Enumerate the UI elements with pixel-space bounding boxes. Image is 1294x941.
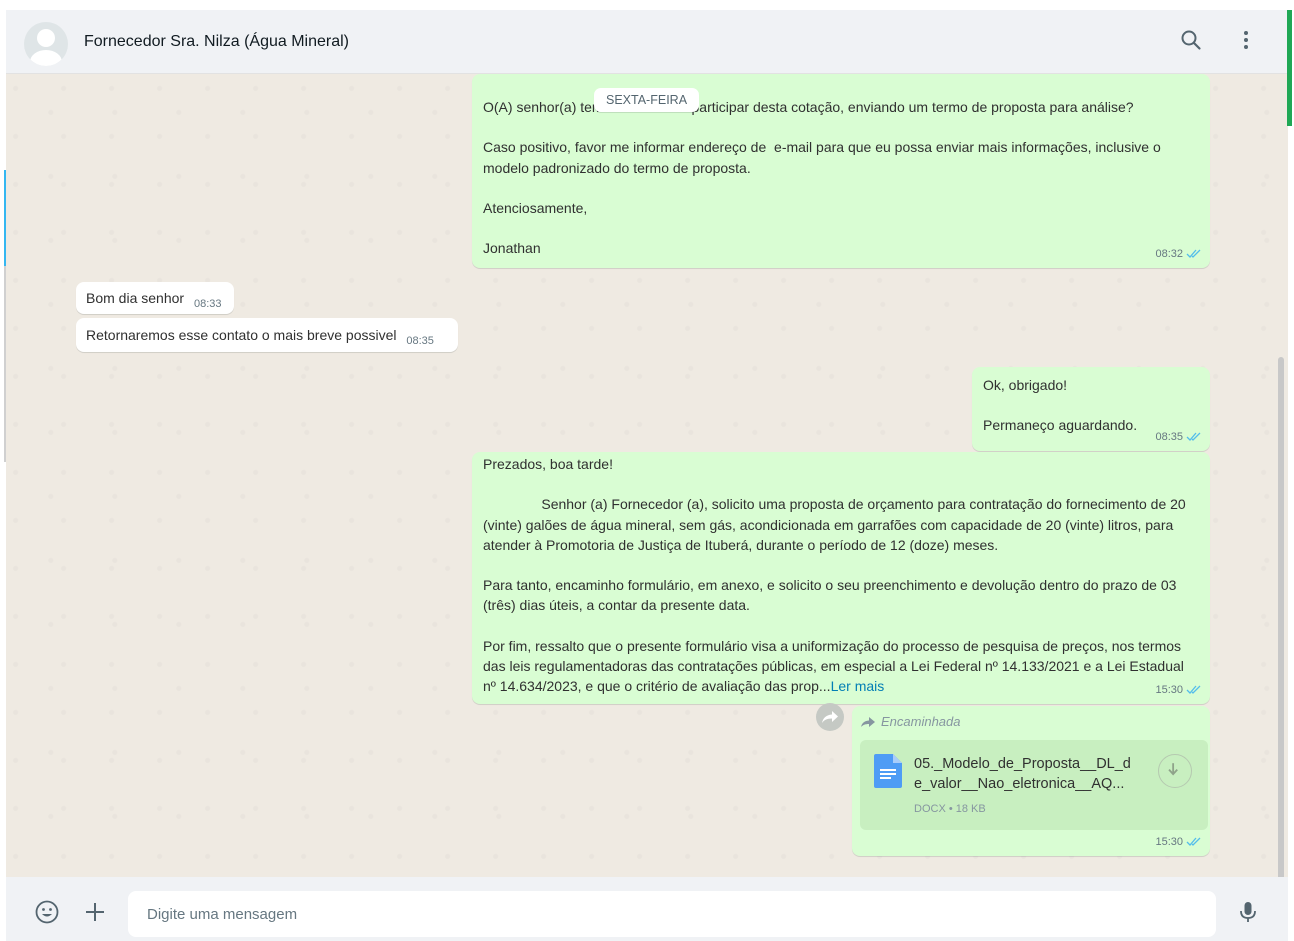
read-more-link[interactable]: Ler mais bbox=[831, 678, 885, 694]
forward-share-button[interactable] bbox=[816, 703, 844, 731]
double-check-icon bbox=[1186, 432, 1201, 442]
download-icon bbox=[1168, 763, 1178, 776]
message-text: Por fim, ressalto que o presente formulá… bbox=[483, 636, 1198, 697]
double-check-icon bbox=[1186, 837, 1201, 847]
menu-icon[interactable] bbox=[1234, 28, 1258, 52]
message-text: Atenciosamente, bbox=[483, 199, 588, 216]
message-bubble-incoming[interactable]: Retornaremos esse contato o mais breve p… bbox=[76, 318, 458, 352]
message-time: 08:32 bbox=[1155, 247, 1183, 260]
message-text: Bom dia senhor bbox=[86, 290, 185, 306]
message-bubble-incoming[interactable]: Bom dia senhor 08:33 bbox=[76, 282, 234, 314]
document-name-line: 05._Modelo_de_Proposta__DL_d bbox=[914, 756, 1131, 772]
message-text: Para tanto, encaminho formulário, em ane… bbox=[483, 577, 1181, 614]
message-text: Senhor (a) Fornecedor (a), solicito uma … bbox=[483, 496, 1190, 553]
contact-name[interactable]: Fornecedor Sra. Nilza (Água Mineral) bbox=[84, 33, 349, 51]
forwarded-text: Encaminhada bbox=[881, 714, 961, 729]
message-text: Retornaremos esse contato o mais breve p… bbox=[86, 327, 397, 343]
document-info: DOCX • 18 KB bbox=[914, 803, 986, 815]
message-time: 08:35 bbox=[406, 335, 434, 347]
contact-avatar[interactable] bbox=[24, 22, 68, 66]
message-meta: 08:32 bbox=[1155, 244, 1202, 264]
window-right-accent bbox=[1287, 10, 1292, 126]
message-text: O(A) senhor(a) tem interesse em particip… bbox=[483, 99, 1134, 115]
message-text: Caso positivo, favor me informar endereç… bbox=[483, 139, 1165, 176]
message-meta: 08:35 bbox=[1155, 427, 1202, 447]
double-check-icon bbox=[1186, 249, 1201, 259]
message-time: 15:30 bbox=[1155, 835, 1183, 848]
double-check-icon bbox=[1186, 685, 1201, 695]
emoji-icon[interactable] bbox=[34, 899, 60, 925]
forwarded-label: Encaminhada bbox=[860, 712, 1202, 732]
chat-header: Fornecedor Sra. Nilza (Água Mineral) bbox=[6, 10, 1288, 74]
message-text: Ok, obrigado! bbox=[983, 377, 1068, 393]
forward-arrow-icon bbox=[861, 717, 875, 728]
download-button[interactable] bbox=[1158, 754, 1192, 788]
avatar-head-shape bbox=[37, 29, 55, 47]
document-name: 05._Modelo_de_Proposta__DL_d e_valor__Na… bbox=[914, 754, 1146, 794]
message-bubble-outgoing[interactable]: Encaminhada 05._Modelo_de_Proposta__DL_d… bbox=[852, 706, 1210, 856]
message-time: 08:35 bbox=[1155, 430, 1183, 443]
microphone-icon[interactable] bbox=[1235, 899, 1261, 925]
message-bubble-outgoing[interactable]: O(A) senhor(a) tem interesse em particip… bbox=[472, 74, 1210, 268]
message-input[interactable] bbox=[128, 891, 1216, 937]
message-meta: 15:30 bbox=[1155, 832, 1202, 852]
date-separator: SEXTA-FEIRA bbox=[594, 88, 700, 112]
document-file-icon bbox=[874, 754, 902, 788]
share-arrow-icon bbox=[822, 711, 838, 723]
document-name-line: e_valor__Nao_eletronica__AQ... bbox=[914, 776, 1125, 792]
message-bubble-outgoing[interactable]: Prezados, boa tarde! Senhor (a) Forneced… bbox=[472, 452, 1210, 704]
message-time: 15:30 bbox=[1155, 683, 1183, 696]
message-text: Prezados, boa tarde! bbox=[483, 456, 613, 472]
search-icon[interactable] bbox=[1179, 28, 1203, 52]
plus-icon[interactable] bbox=[82, 899, 108, 925]
message-bubble-outgoing[interactable]: Ok, obrigado! Permaneço aguardando. 08:3… bbox=[972, 367, 1210, 451]
chat-scrollbar[interactable] bbox=[1278, 357, 1284, 941]
message-meta: 15:30 bbox=[1155, 680, 1202, 700]
whatsapp-chat-window: Fornecedor Sra. Nilza (Água Mineral) SEX… bbox=[6, 10, 1288, 941]
avatar-body-shape bbox=[30, 50, 62, 66]
document-attachment[interactable]: 05._Modelo_de_Proposta__DL_d e_valor__Na… bbox=[860, 740, 1208, 830]
message-text: Jonathan bbox=[483, 240, 541, 257]
compose-bar bbox=[6, 877, 1288, 941]
message-time: 08:33 bbox=[193, 298, 222, 310]
